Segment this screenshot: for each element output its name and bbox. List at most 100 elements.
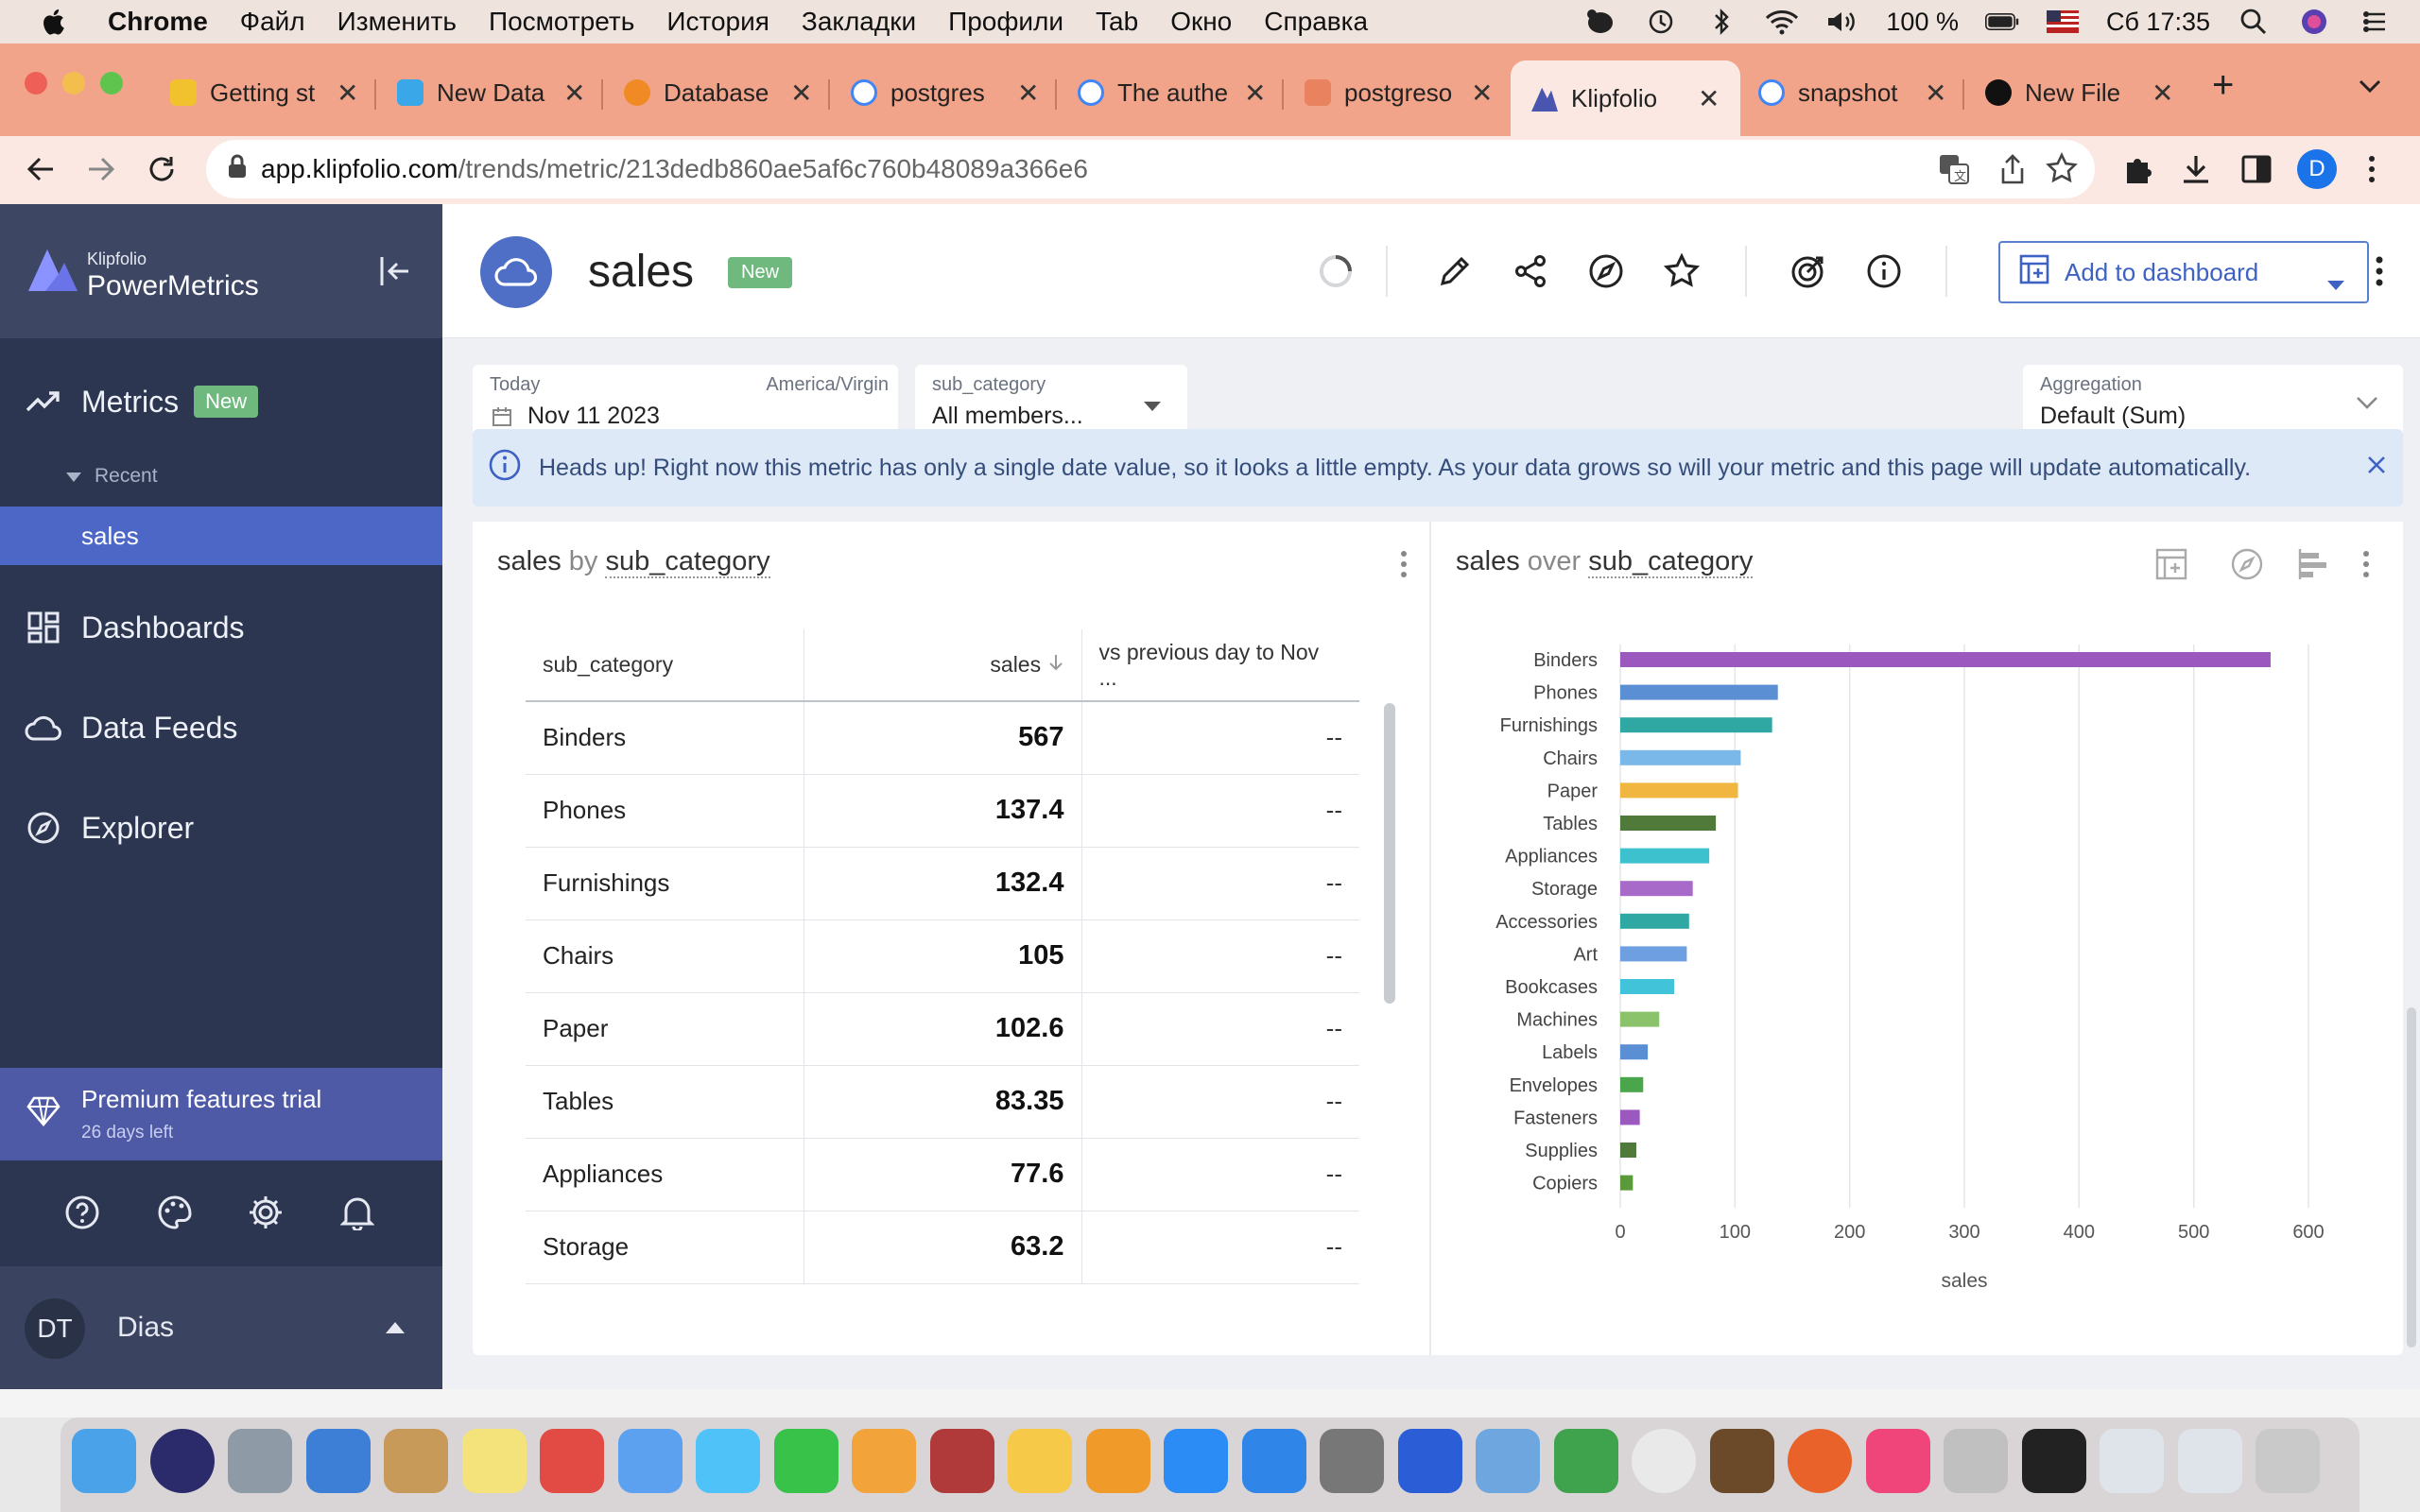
translate-icon[interactable]: 文 xyxy=(1938,153,1970,192)
explore-compass-icon[interactable] xyxy=(1584,249,1628,293)
table-row[interactable]: Storage 63.2 -- xyxy=(526,1211,1359,1284)
close-tab-icon[interactable]: ✕ xyxy=(337,77,358,109)
chrome-menu-kebab-icon[interactable] xyxy=(2365,153,2378,190)
facetime-icon[interactable] xyxy=(773,1429,838,1493)
sort-desc-arrow-icon[interactable] xyxy=(1047,652,1064,677)
back-arrow-icon[interactable] xyxy=(25,153,57,190)
close-tab-icon[interactable]: ✕ xyxy=(563,77,585,109)
tab-getting-started[interactable]: Getting st ✕ xyxy=(170,64,358,121)
tab-new-data[interactable]: New Data ✕ xyxy=(397,64,585,121)
tab-postgres-google[interactable]: postgres ✕ xyxy=(851,64,1039,121)
user-menu[interactable]: DT Dias xyxy=(0,1266,442,1389)
menu-view[interactable]: Посмотреть xyxy=(489,7,634,37)
app-store-icon[interactable] xyxy=(1164,1429,1228,1493)
collapse-sidebar-icon[interactable] xyxy=(378,255,412,292)
tab-postgresql[interactable]: postgreso ✕ xyxy=(1305,64,1493,121)
caret-up-icon[interactable] xyxy=(386,1321,405,1338)
trash-icon[interactable] xyxy=(2256,1429,2320,1493)
more-options-kebab-icon[interactable] xyxy=(2358,249,2401,293)
tab-new-file-github[interactable]: New File ✕ xyxy=(1985,64,2173,121)
clock[interactable]: Сб 17:35 xyxy=(2106,8,2210,37)
maps-icon[interactable] xyxy=(617,1429,683,1493)
date-filter[interactable]: Today America/Virgin Nov 11 2023 xyxy=(473,365,898,438)
table-row[interactable]: Appliances 77.6 -- xyxy=(526,1138,1359,1211)
chart-title-dimension[interactable]: sub_category xyxy=(1588,546,1754,578)
dropdown-caret-icon[interactable] xyxy=(1144,399,1161,416)
spotlight-search-icon[interactable] xyxy=(2237,8,2271,36)
menu-app-name[interactable]: Chrome xyxy=(108,7,208,37)
contacts-icon[interactable] xyxy=(384,1429,448,1493)
system-preferences-icon[interactable] xyxy=(1320,1429,1384,1493)
apple-icon[interactable] xyxy=(40,7,66,37)
powermetrics-logo-icon[interactable] xyxy=(26,244,79,298)
close-tab-icon[interactable]: ✕ xyxy=(2152,77,2173,109)
close-tab-icon[interactable]: ✕ xyxy=(1925,77,1946,109)
evernote-icon[interactable] xyxy=(1583,8,1617,36)
bar-chart-type-icon[interactable] xyxy=(2291,542,2335,586)
volume-icon[interactable] xyxy=(1825,8,1859,36)
tab-search-chevron-icon[interactable] xyxy=(2358,77,2382,99)
chrome-icon[interactable] xyxy=(1632,1429,1696,1493)
bookmark-star-icon[interactable] xyxy=(2046,151,2078,191)
photo-booth-icon[interactable] xyxy=(929,1429,994,1493)
close-tab-icon[interactable]: ✕ xyxy=(1244,77,1266,109)
menu-edit[interactable]: Изменить xyxy=(337,7,457,37)
notes-icon[interactable] xyxy=(461,1429,527,1493)
share-icon[interactable] xyxy=(1998,153,2027,192)
notifications-bell-icon[interactable] xyxy=(339,1194,375,1235)
firefox-icon[interactable] xyxy=(1788,1429,1852,1493)
preview-icon[interactable] xyxy=(305,1429,371,1493)
close-tab-icon[interactable]: ✕ xyxy=(1471,77,1493,109)
extensions-puzzle-icon[interactable] xyxy=(2121,153,2153,190)
aggregation-select[interactable]: Aggregation Default (Sum) xyxy=(2023,365,2403,438)
books-icon[interactable] xyxy=(1085,1429,1150,1493)
window-close-button[interactable] xyxy=(25,72,47,94)
table-row[interactable]: Binders 567 -- xyxy=(526,701,1359,775)
safari-icon[interactable] xyxy=(1241,1429,1306,1493)
column-header-sales[interactable]: sales xyxy=(803,629,1081,702)
sidebar-recent-item-sales[interactable]: sales xyxy=(0,507,442,565)
address-bar[interactable]: app.klipfolio.com/trends/metric/213dedb8… xyxy=(206,140,2095,198)
recent-section-toggle[interactable]: Recent xyxy=(66,465,158,488)
time-machine-icon[interactable] xyxy=(1644,8,1678,36)
lock-icon[interactable] xyxy=(227,153,248,186)
table-row[interactable]: Chairs 105 -- xyxy=(526,919,1359,993)
github-desktop-icon[interactable] xyxy=(2021,1429,2086,1493)
quicktime-icon[interactable] xyxy=(1397,1429,1462,1493)
side-panel-icon[interactable] xyxy=(2240,153,2273,190)
siri-icon[interactable] xyxy=(2297,8,2331,36)
chart-card-kebab-icon[interactable] xyxy=(2344,542,2388,586)
window-minimize-button[interactable] xyxy=(62,72,85,94)
column-header-sub-category[interactable]: sub_category xyxy=(526,629,804,702)
recent-document-icon[interactable] xyxy=(2100,1429,2164,1493)
reload-icon[interactable] xyxy=(146,153,178,190)
add-to-dashboard-button[interactable]: Add to dashboard xyxy=(1998,241,2369,303)
battery-icon[interactable] xyxy=(1984,8,2019,36)
dropdown-caret-icon[interactable] xyxy=(2327,267,2344,297)
premium-trial-banner[interactable]: Premium features trial 26 days left xyxy=(0,1068,442,1160)
column-header-comparison[interactable]: vs previous day to Nov ... xyxy=(1080,629,1359,702)
close-tab-icon[interactable]: ✕ xyxy=(790,77,812,109)
new-tab-plus-icon[interactable]: + xyxy=(2212,64,2234,107)
utorrent-icon[interactable] xyxy=(1553,1429,1618,1493)
music-icon[interactable] xyxy=(1865,1429,1930,1493)
add-to-dashboard-small-icon[interactable] xyxy=(2150,542,2193,586)
control-center-icon[interactable] xyxy=(2358,8,2392,36)
tab-snapshot[interactable]: snapshot ✕ xyxy=(1758,64,1946,121)
favorite-star-icon[interactable] xyxy=(1660,249,1703,293)
table-title-dimension[interactable]: sub_category xyxy=(605,546,770,578)
menu-profiles[interactable]: Профили xyxy=(948,7,1063,37)
tab-klipfolio-active[interactable]: Klipfolio ✕ xyxy=(1511,60,1741,136)
messages-icon[interactable] xyxy=(696,1429,760,1493)
close-tab-icon[interactable]: ✕ xyxy=(1017,77,1039,109)
forward-arrow-icon[interactable] xyxy=(85,153,117,190)
edit-pencil-icon[interactable] xyxy=(1433,249,1477,293)
menu-history[interactable]: История xyxy=(666,7,769,37)
finder-icon[interactable] xyxy=(72,1429,136,1493)
table-scrollbar[interactable] xyxy=(1384,703,1395,1004)
siri-icon[interactable] xyxy=(149,1429,215,1493)
sidebar-item-metrics[interactable]: Metrics New xyxy=(0,370,442,433)
chevron-down-icon[interactable] xyxy=(2356,395,2378,415)
keychain-icon[interactable] xyxy=(1944,1429,2008,1493)
table-card-kebab-icon[interactable] xyxy=(1382,542,1426,586)
